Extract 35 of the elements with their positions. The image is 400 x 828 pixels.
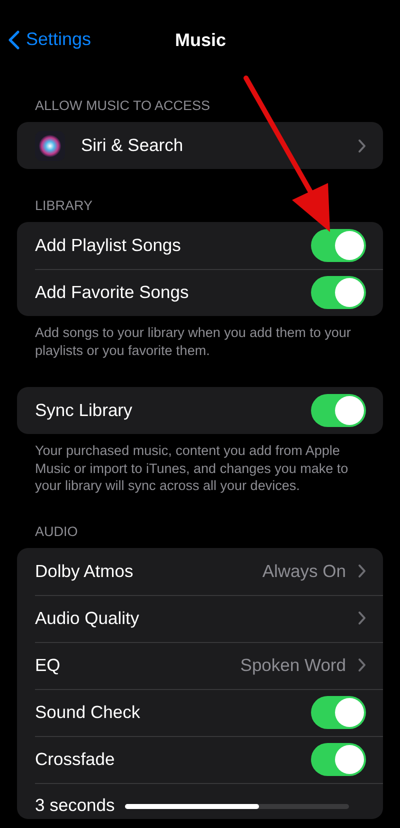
row-label: Add Favorite Songs [35, 281, 189, 304]
chevron-icon [358, 564, 366, 578]
row-value: Always On [262, 560, 346, 583]
siri-icon [35, 130, 65, 160]
chevron-icon [358, 658, 366, 672]
row-label: EQ [35, 654, 60, 677]
section-footer: Your purchased music, content you add from Apple Music or import to iTunes, and changes you make to your library will sync across all your devices. [0, 434, 400, 494]
row-label: Audio Quality [35, 606, 140, 630]
settings-row[interactable]: Audio Quality [17, 594, 383, 642]
section-header: LIBRARY [34, 197, 94, 214]
section-header: ALLOW MUSIC TO ACCESS [34, 97, 212, 114]
row-value: Spoken Word [240, 654, 346, 677]
back-button[interactable]: Settings [8, 26, 92, 53]
section-header: AUDIO [34, 522, 79, 540]
chevron-icon [358, 611, 366, 625]
toggle-switch[interactable] [311, 394, 366, 427]
chevron-icon [358, 138, 366, 152]
section-footer: Add songs to your library when you add them to your playlists or you favorite them. [0, 316, 400, 359]
back-chevron-icon [8, 30, 20, 50]
settings-row[interactable]: Dolby Atmos Always On [17, 548, 383, 594]
slider-track[interactable] [124, 804, 349, 808]
row-label: Dolby Atmos [35, 560, 134, 583]
row-label: Sync Library [35, 399, 132, 422]
page-title: Music [175, 29, 226, 52]
toggle-switch[interactable] [311, 742, 366, 776]
settings-row[interactable]: EQ Spoken Word [17, 642, 383, 688]
toggle-switch[interactable] [311, 696, 366, 728]
toggle-switch[interactable] [311, 229, 366, 262]
row-label: Crossfade [35, 748, 115, 771]
row-label: Add Playlist Songs [35, 234, 181, 258]
row-label: 3 seconds [35, 794, 115, 814]
settings-row[interactable]: Siri & Search [17, 122, 383, 169]
row-label: Sound Check [35, 700, 140, 724]
toggle-switch[interactable] [311, 276, 366, 309]
row-label: Siri & Search [81, 134, 184, 158]
